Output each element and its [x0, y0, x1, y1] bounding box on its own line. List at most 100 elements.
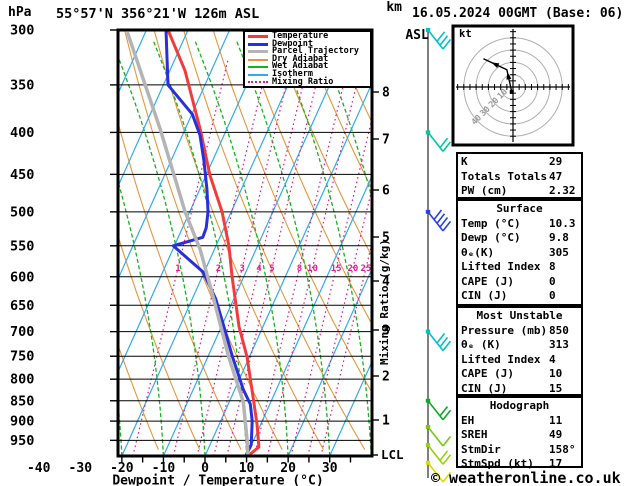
asl-label: ASL [405, 28, 429, 43]
pressure-tick-label: 700 [10, 324, 34, 340]
wet-adiabat-line [119, 406, 123, 455]
pressure-tick-label: 500 [10, 204, 34, 220]
mixing-ratio-value-label: 15 [331, 264, 342, 274]
stat-label: θₑ (K) [461, 338, 501, 351]
stat-label: StmDir [461, 442, 501, 456]
mixing-ratio-line [196, 59, 293, 455]
sounding-profiles [126, 31, 261, 455]
mixing-ratio-value-label: 2 [216, 264, 221, 274]
stat-value: 10 [549, 367, 563, 380]
wind-barb-shaft [427, 426, 444, 447]
stat-label: Dewp (°C) [461, 231, 521, 244]
stat-value: 8 [549, 260, 556, 273]
wind-barb-shaft [427, 400, 444, 421]
km-tick-label: 6 [382, 184, 390, 199]
wind-barb-shaft [427, 131, 444, 152]
mixing-ratio-value-label: 5 [269, 264, 274, 274]
stat-value: 4 [549, 352, 556, 366]
stat-value: 9.8 [549, 231, 569, 244]
stat-row: θₑ (K) 313 [458, 338, 581, 353]
stats-box-surface: Surface Temp (°C) 10.3 Dewp (°C) 9.8 θₑ(K) 305… [456, 199, 583, 306]
stat-value: 0 [549, 289, 556, 302]
pressure-tick-label: 350 [10, 77, 34, 93]
legend-item-label: Mixing Ratio [272, 76, 334, 87]
stat-label: CIN (J) [461, 289, 508, 302]
stat-label: K [461, 155, 468, 168]
mixing-ratio-value-label: 1 [175, 264, 180, 274]
stat-value: 2.32 [549, 184, 576, 197]
stat-row: Temp (°C) 10.3 [458, 217, 581, 232]
stat-value: 49 [549, 428, 563, 441]
stat-row: Totals Totals 47 [458, 170, 581, 185]
stat-row: Lifted Index 8 [458, 260, 581, 275]
stats-box-header: Most Unstable [476, 309, 563, 322]
wet-adiabat-line [360, 39, 371, 68]
stat-row: CIN (J) 15 [458, 382, 581, 397]
stat-label: SREH [461, 428, 488, 441]
stat-value: 10.3 [549, 216, 576, 230]
dry-adiabat-line [242, 31, 371, 324]
stat-value: 47 [549, 169, 563, 183]
km-label: km [386, 0, 402, 15]
page-title: 55°57'N 356°21'W 126m ASL [56, 6, 260, 22]
stat-value: 0 [549, 274, 556, 288]
pressure-tick-label: 450 [10, 167, 34, 183]
lcl-label: LCL [381, 447, 404, 462]
pressure-tick-label: 750 [10, 349, 34, 365]
pressure-tick-label: 600 [10, 269, 34, 285]
stat-row: Lifted Index 4 [458, 353, 581, 368]
stat-label: EH [461, 413, 475, 427]
pressure-axis-unit: hPa [8, 5, 32, 20]
stat-label: PW (cm) [461, 184, 508, 197]
mixing-ratio-value-label: 8 [297, 264, 302, 274]
stat-value: 305 [549, 245, 569, 259]
stat-label: θₑ(K) [461, 245, 495, 259]
wind-barb-column [425, 28, 452, 483]
isotherm-line [246, 176, 371, 455]
stat-value: 11 [549, 413, 563, 427]
copyright-notice: © weatheronline.co.uk [431, 469, 621, 486]
dry-adiabat-line [183, 31, 366, 450]
stat-value: 158° [549, 442, 576, 456]
stat-row: EH 11 [458, 414, 581, 429]
stat-row: PW (cm) 2.32 [458, 184, 581, 199]
stat-row: StmDir 158° [458, 443, 581, 458]
wind-barb-feather [442, 435, 452, 447]
pressure-tick-label: 900 [10, 414, 34, 430]
km-tick-label: 1 [382, 414, 390, 429]
km-tick-label: 7 [382, 133, 390, 148]
stat-row: θₑ(K) 305 [458, 246, 581, 261]
temperature-tick-label: 30 [322, 461, 338, 476]
pressure-tick-label: 300 [10, 23, 34, 39]
isotherm-line [204, 83, 371, 455]
pressure-tick-label: 550 [10, 238, 34, 254]
stat-value: 313 [549, 338, 569, 351]
pressure-tick-label: 850 [10, 393, 34, 409]
isotherm-line [119, 31, 230, 279]
stat-row: CIN (J) 0 [458, 289, 581, 304]
stat-row: CAPE (J) 10 [458, 367, 581, 382]
skewt-sounding-app: 1 2 3 4 5 8 10 15 20 25 300 350 400 450 500 550 600 650 7… [0, 0, 629, 486]
stat-label: CAPE (J) [461, 367, 514, 380]
mixing-ratio-value-label: 20 [348, 264, 359, 274]
stat-label: Lifted Index [461, 260, 541, 273]
datetime-label: 16.05.2024 00GMT (Base: 06) [412, 6, 624, 21]
parcel-trajectory-legend-swatch [248, 50, 268, 54]
pressure-tick-label: 400 [10, 125, 34, 141]
temperature-tick-label: -30 [69, 461, 93, 476]
chart-legend: Temperature Dewpoint Parcel Trajectory Dry … [243, 30, 372, 88]
stat-row: Pressure (mb) 850 [458, 324, 581, 339]
km-tick-label: 8 [382, 86, 390, 101]
mixing-ratio-legend-swatch [248, 81, 268, 84]
stat-value: 29 [549, 155, 563, 168]
stat-label: Lifted Index [461, 352, 541, 366]
isotherm-legend-swatch [248, 73, 268, 76]
stat-row: Dewp (°C) 9.8 [458, 231, 581, 246]
pressure-tick-label: 800 [10, 372, 34, 388]
stat-label: Totals Totals [461, 169, 548, 183]
km-tick-label: 2 [382, 370, 390, 385]
wind-barb-shaft [427, 331, 444, 352]
pressure-tick-label: 950 [10, 433, 34, 449]
stat-row: CAPE (J) 0 [458, 275, 581, 290]
stat-row: K 29 [458, 155, 581, 170]
